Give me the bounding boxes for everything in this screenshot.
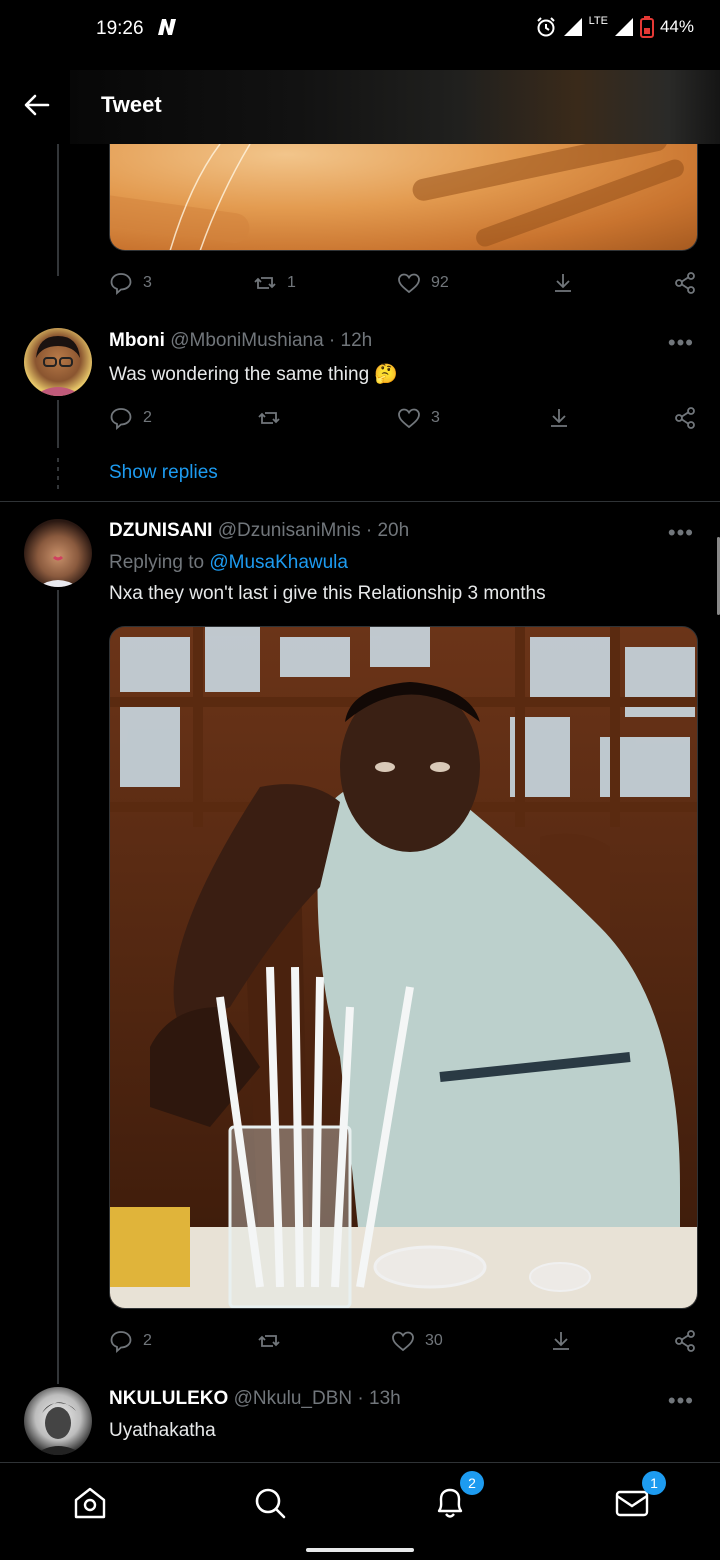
divider bbox=[0, 501, 720, 502]
heart-icon bbox=[398, 408, 420, 429]
header-blur-backdrop bbox=[70, 70, 720, 144]
reply-text: Nxa they won't last i give this Relation… bbox=[109, 583, 546, 604]
share-button[interactable] bbox=[551, 271, 575, 295]
tweet-photo[interactable] bbox=[109, 626, 698, 1309]
messages-badge: 1 bbox=[642, 1471, 666, 1495]
share-network-icon bbox=[675, 1330, 695, 1352]
reply-button[interactable]: 2 bbox=[109, 406, 152, 430]
gesture-home-indicator[interactable] bbox=[306, 1548, 414, 1552]
battery-percent: 44% bbox=[659, 17, 694, 36]
nav-search[interactable] bbox=[250, 1483, 290, 1523]
share-button[interactable] bbox=[547, 406, 571, 430]
reply-text: Was wondering the same thing 🤔 bbox=[109, 364, 399, 385]
tweet-actions: 2 30 bbox=[109, 1326, 699, 1356]
display-name[interactable]: Mboni bbox=[109, 330, 165, 351]
nav-notifications[interactable]: 2 bbox=[430, 1471, 484, 1523]
reply-icon bbox=[110, 1331, 132, 1353]
like-button[interactable]: 3 bbox=[397, 406, 440, 430]
tweet-actions: 2 3 bbox=[109, 403, 699, 433]
retweet-icon bbox=[254, 277, 276, 289]
show-replies-link[interactable]: Show replies bbox=[109, 462, 218, 484]
reply-icon bbox=[110, 408, 132, 430]
replying-to-handle[interactable]: @MusaKhawula bbox=[209, 552, 348, 573]
notifications-badge: 2 bbox=[460, 1471, 484, 1495]
timestamp: 12h bbox=[340, 330, 373, 351]
tweet-actions-top: 3 1 92 bbox=[109, 268, 699, 298]
nav-messages[interactable]: 1 bbox=[612, 1471, 666, 1523]
avatar[interactable] bbox=[24, 1387, 92, 1455]
heart-icon bbox=[392, 1331, 414, 1352]
signal-icon-2 bbox=[614, 18, 633, 36]
more-options-icon[interactable]: ••• bbox=[668, 520, 694, 546]
share-download-icon bbox=[553, 1332, 569, 1350]
display-name[interactable]: NKULULEKO bbox=[109, 1388, 228, 1409]
timestamp: 20h bbox=[377, 520, 410, 541]
thread-line bbox=[57, 144, 59, 276]
retweet-button[interactable] bbox=[257, 1329, 291, 1353]
share-network-button[interactable] bbox=[673, 1329, 697, 1353]
reply-text: Uyathakatha bbox=[109, 1420, 216, 1441]
alarm-icon bbox=[536, 17, 555, 37]
battery-icon bbox=[639, 16, 654, 38]
share-network-button[interactable] bbox=[673, 406, 697, 430]
replying-to: Replying to @MusaKhawula bbox=[109, 552, 348, 573]
status-time: 19:26 bbox=[96, 18, 144, 39]
signal-icon bbox=[563, 18, 582, 36]
status-bar: 19:26 LTE 44% bbox=[0, 0, 720, 62]
retweet-button[interactable] bbox=[257, 406, 291, 430]
like-button[interactable]: 92 bbox=[397, 271, 449, 295]
handle[interactable]: @Nkulu_DBN bbox=[234, 1388, 353, 1409]
share-download-icon bbox=[555, 274, 571, 292]
heart-icon bbox=[398, 273, 420, 294]
avatar[interactable] bbox=[24, 519, 92, 587]
share-network-icon bbox=[675, 407, 695, 429]
thread-line-dotted bbox=[57, 458, 59, 490]
more-options-icon[interactable]: ••• bbox=[668, 330, 694, 356]
share-download-icon bbox=[551, 409, 567, 427]
like-button[interactable]: 30 bbox=[391, 1329, 443, 1353]
reply-header: DZUNISANI @DzunisaniMnis · 20h bbox=[109, 520, 410, 541]
tweet-image-cat[interactable] bbox=[109, 144, 698, 251]
avatar[interactable] bbox=[24, 328, 92, 396]
handle[interactable]: @DzunisaniMnis bbox=[218, 520, 361, 541]
reply-button[interactable]: 3 bbox=[109, 271, 152, 295]
top-app-bar: Tweet bbox=[0, 70, 720, 144]
timestamp: 13h bbox=[369, 1388, 401, 1409]
retweet-button[interactable]: 1 bbox=[253, 271, 296, 295]
home-icon bbox=[74, 1487, 106, 1519]
thread-line bbox=[57, 400, 59, 448]
reply-header: Mboni @MboniMushiana · 12h bbox=[109, 330, 373, 351]
retweet-icon bbox=[258, 1335, 280, 1347]
network-type: LTE bbox=[588, 15, 608, 27]
thread-line bbox=[57, 590, 59, 1384]
more-options-icon[interactable]: ••• bbox=[668, 1388, 694, 1414]
handle[interactable]: @MboniMushiana bbox=[170, 330, 323, 351]
reply-header: NKULULEKO @Nkulu_DBN · 13h bbox=[109, 1388, 401, 1409]
netflix-notification-icon bbox=[158, 19, 176, 35]
retweet-icon bbox=[258, 412, 280, 424]
page-title: Tweet bbox=[101, 92, 162, 117]
share-button[interactable] bbox=[549, 1329, 573, 1353]
nav-home[interactable] bbox=[70, 1483, 110, 1523]
share-network-icon bbox=[675, 272, 695, 294]
back-arrow-icon[interactable] bbox=[22, 90, 52, 120]
display-name[interactable]: DZUNISANI bbox=[109, 520, 212, 541]
reply-button[interactable]: 2 bbox=[109, 1329, 152, 1353]
share-network-button[interactable] bbox=[673, 271, 697, 295]
reply-icon bbox=[110, 273, 132, 295]
search-icon bbox=[255, 1488, 286, 1519]
bottom-navigation: 2 1 bbox=[0, 1462, 720, 1560]
